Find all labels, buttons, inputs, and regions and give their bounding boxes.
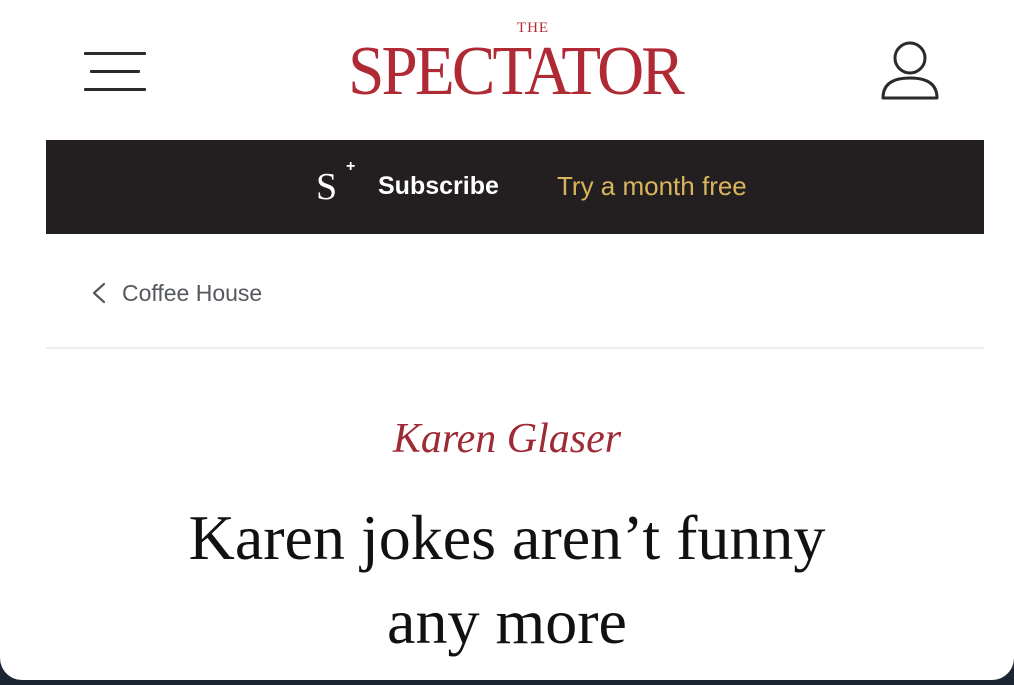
subscription-badge-letter: S (316, 166, 338, 208)
chevron-left-icon (92, 282, 106, 304)
headline-line-1: Karen jokes aren’t funny (188, 502, 826, 573)
hamburger-menu-icon[interactable] (84, 46, 146, 96)
subscribe-label: Subscribe (378, 172, 499, 200)
breadcrumb-label: Coffee House (122, 279, 263, 306)
article-author[interactable]: Karen Glaser (0, 412, 1014, 466)
spectator-logo[interactable]: THE SPECTATOR (330, 14, 700, 118)
logo-wordmark: SPECTATOR (348, 33, 685, 110)
user-account-icon[interactable] (874, 38, 946, 104)
top-navigation-bar: THE SPECTATOR (0, 0, 1014, 132)
subscription-badge-plus: + (346, 158, 356, 175)
article-headline: Karen jokes aren’t funny any more (60, 496, 954, 664)
headline-line-2: any more (387, 586, 627, 657)
subscribe-banner[interactable]: S + Subscribe Try a month free (46, 140, 984, 234)
subscribe-offer-link[interactable]: Try a month free (557, 171, 747, 201)
breadcrumb-back-link[interactable]: Coffee House (90, 276, 262, 310)
app-screen: THE SPECTATOR S + Subscribe Try a month … (0, 0, 1014, 680)
section-divider (46, 347, 984, 349)
